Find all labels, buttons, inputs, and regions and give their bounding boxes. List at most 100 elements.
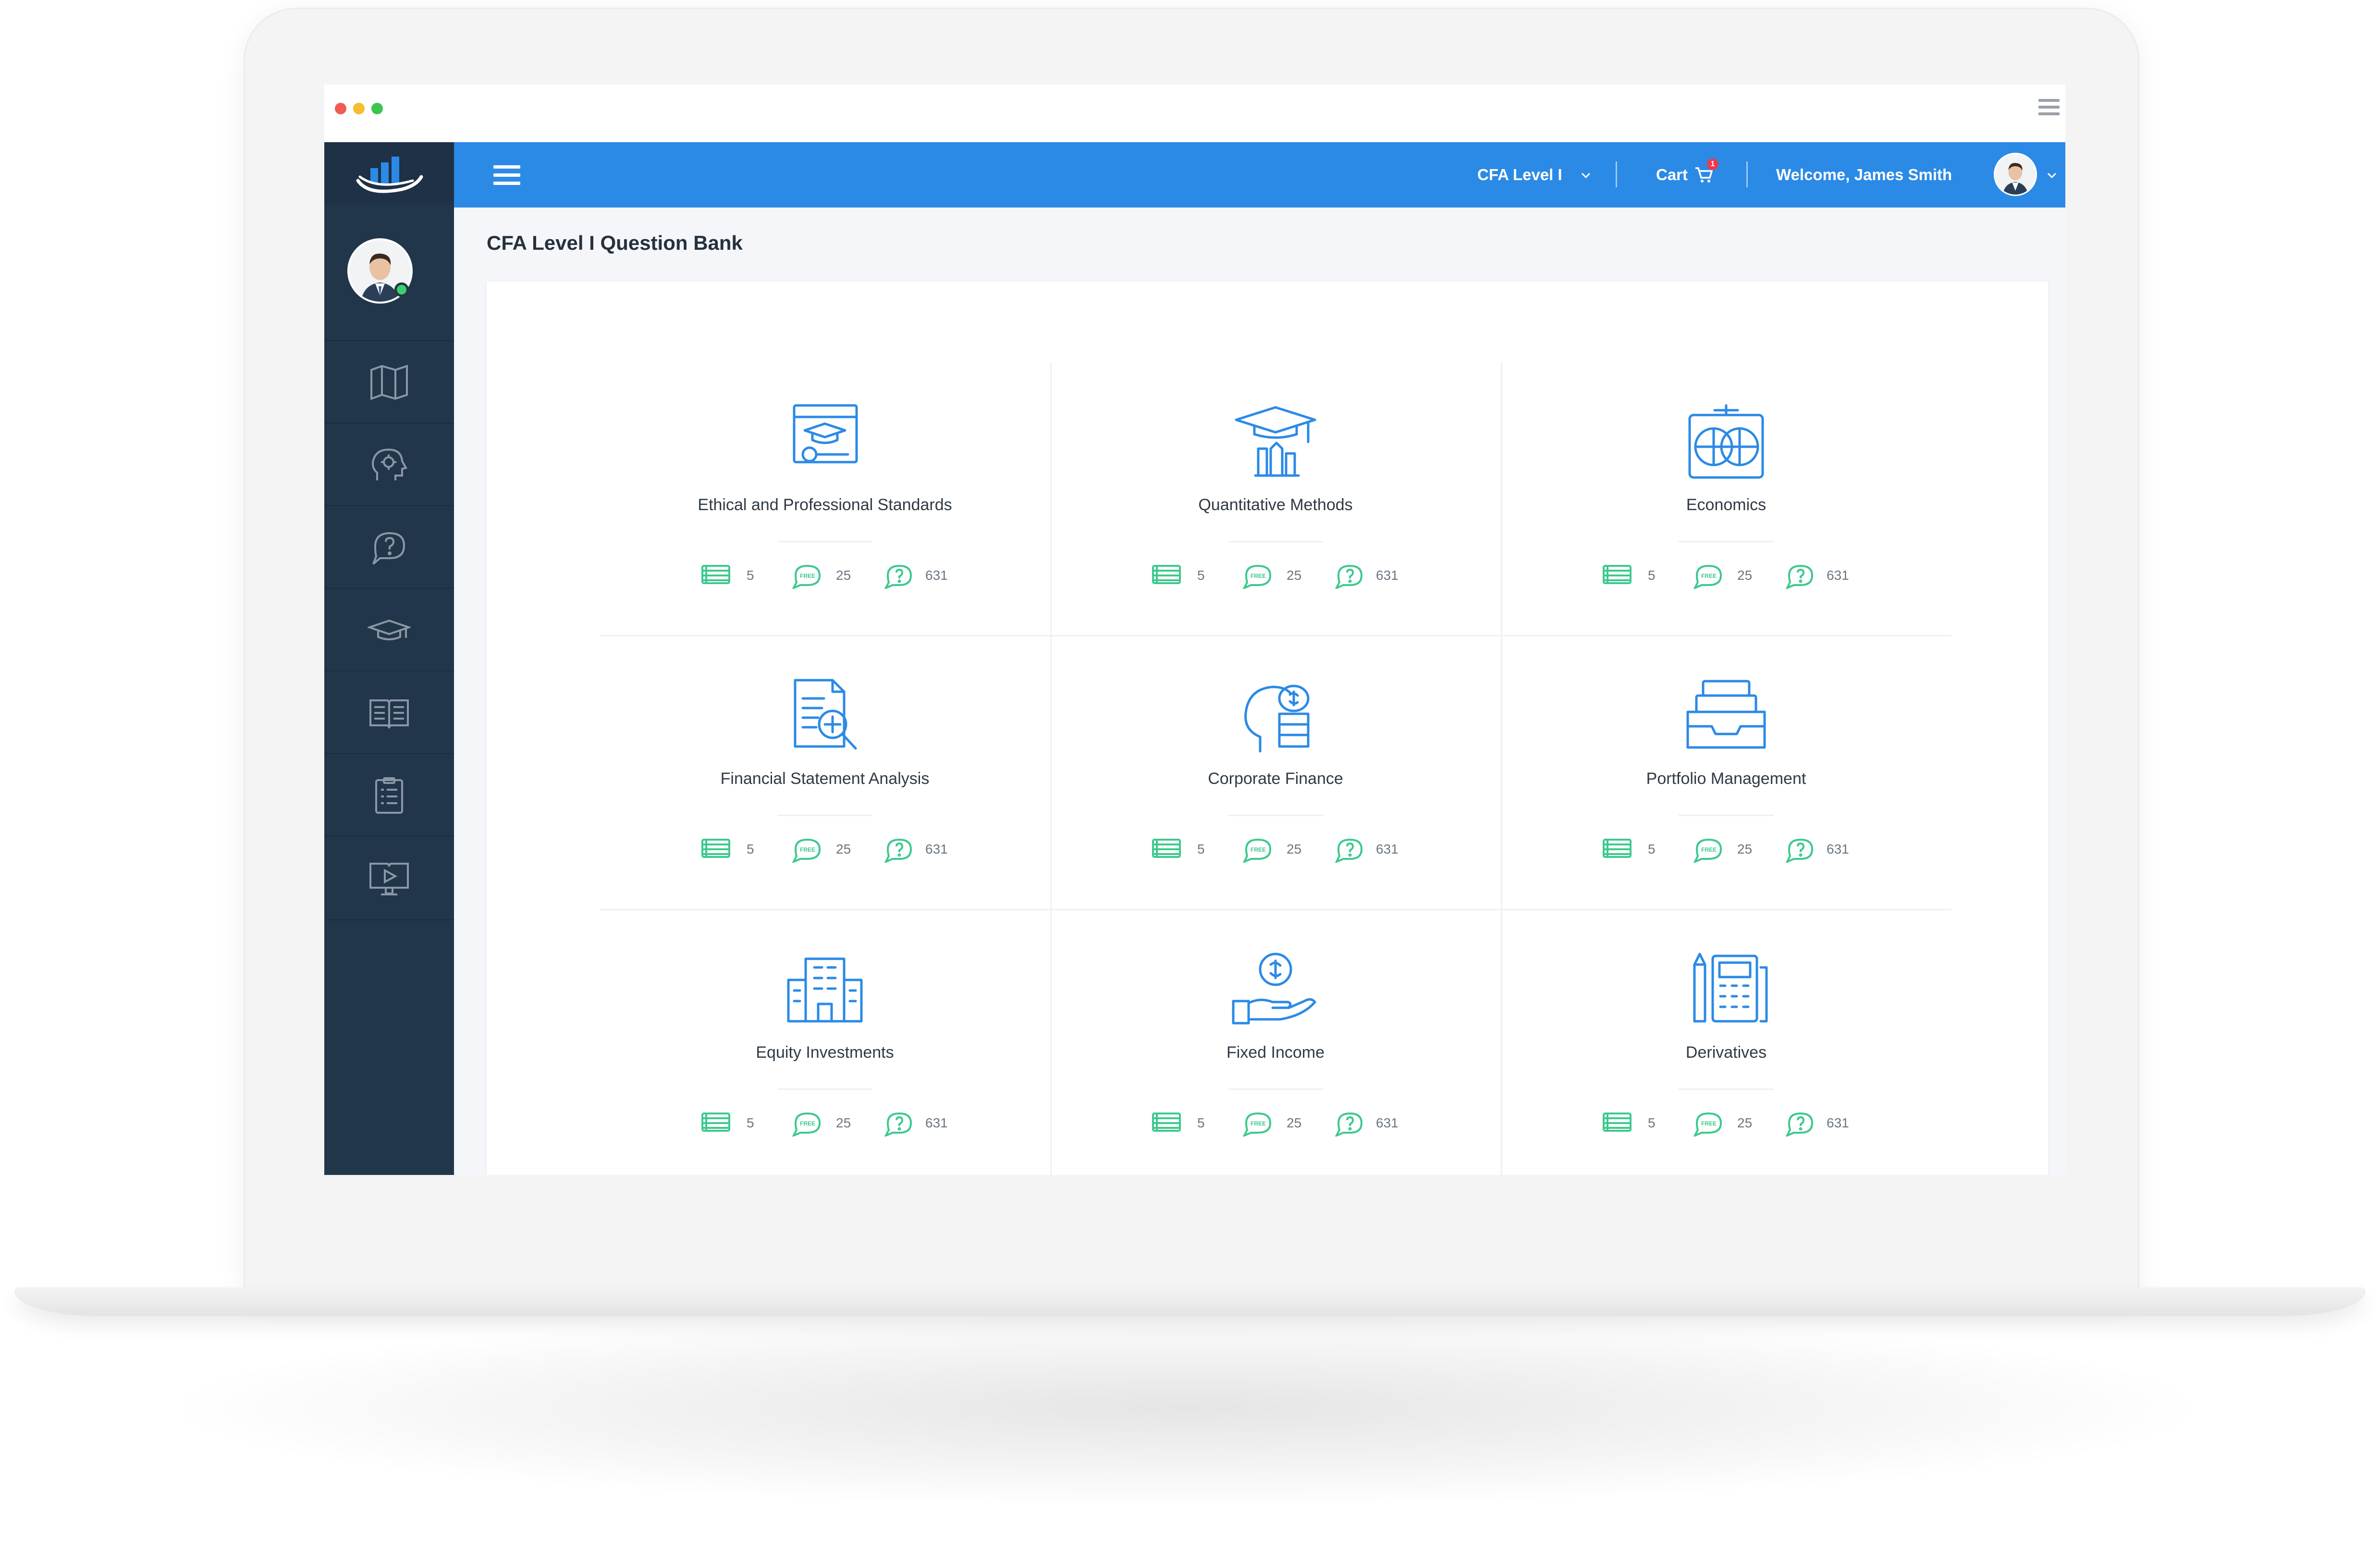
sidebar-item-study-map[interactable] (324, 340, 454, 424)
card-divider (777, 541, 872, 542)
map-book-icon (370, 365, 408, 400)
subject-card[interactable]: Equity Investments 5 FREE 25 631 (600, 910, 1050, 1175)
questions-stat[interactable]: 631 (1334, 563, 1415, 592)
notes-stat[interactable]: 5 (700, 837, 763, 866)
subject-title: Fixed Income (1226, 1043, 1325, 1062)
laptop-shadow (154, 1307, 2220, 1508)
questions-stat[interactable]: 631 (883, 837, 965, 866)
subject-card[interactable]: Derivatives 5 FREE 25 631 (1501, 910, 1951, 1175)
questions-stat[interactable]: 631 (1784, 1111, 1866, 1139)
app-logo[interactable] (324, 142, 454, 205)
notes-stat[interactable]: 5 (1602, 563, 1664, 592)
notes-count: 5 (1197, 568, 1205, 583)
document-search-icon (794, 679, 857, 750)
subject-card[interactable]: Ethical and Professional Standards 5 FRE… (600, 362, 1050, 631)
subject-card[interactable]: Corporate Finance 5 FREE 25 631 (1050, 636, 1501, 905)
subject-title: Equity Investments (756, 1043, 894, 1062)
questions-stat[interactable]: 631 (1334, 837, 1415, 866)
free-questions-stat[interactable]: FREE 25 (1240, 837, 1317, 866)
subject-card[interactable]: Fixed Income 5 FREE 25 631 (1050, 910, 1501, 1175)
notes-stat[interactable]: 5 (1151, 1111, 1214, 1139)
card-divider (1679, 1088, 1774, 1090)
question-bubble-icon (1335, 838, 1363, 863)
free-questions-stat[interactable]: FREE 25 (790, 837, 867, 866)
level-selector[interactable]: CFA Level I (1477, 162, 1562, 187)
question-count: 631 (925, 842, 948, 856)
file-tray-icon (1686, 680, 1766, 749)
notes-icon (1152, 839, 1181, 858)
free-questions-stat[interactable]: FREE 25 (790, 1111, 867, 1139)
free-questions-stat[interactable]: FREE 25 (1240, 563, 1317, 592)
free-badge-icon: FREE (1242, 838, 1272, 863)
free-badge-icon: FREE (1242, 564, 1272, 589)
card-divider (777, 815, 872, 816)
free-count: 25 (1287, 1115, 1302, 1130)
sidebar-item-library[interactable] (324, 671, 454, 754)
checklist-icon (375, 777, 403, 814)
subject-title: Portfolio Management (1646, 770, 1806, 788)
notes-stat[interactable]: 5 (1602, 1111, 1664, 1139)
free-badge-text: FREE (800, 846, 815, 853)
question-count: 631 (925, 568, 948, 583)
questions-stat[interactable]: 631 (1784, 563, 1866, 592)
person-icon (1995, 154, 2036, 195)
notes-count: 5 (747, 568, 754, 583)
subject-title: Corporate Finance (1208, 770, 1343, 788)
free-questions-stat[interactable]: FREE 25 (1691, 837, 1768, 866)
sidebar-item-courses[interactable] (324, 588, 454, 672)
notes-stat[interactable]: 5 (1151, 837, 1214, 866)
free-questions-stat[interactable]: FREE 25 (1691, 1111, 1768, 1139)
questions-stat[interactable]: 631 (883, 1111, 965, 1139)
subject-title: Economics (1686, 496, 1767, 514)
notes-stat[interactable]: 5 (700, 563, 763, 592)
sidebar-item-skills[interactable] (324, 423, 454, 506)
sidebar-item-questions[interactable] (324, 505, 454, 589)
questions-stat[interactable]: 631 (1784, 837, 1866, 866)
subject-card[interactable]: Economics 5 FREE 25 631 (1501, 362, 1951, 631)
window-close-button[interactable] (335, 103, 346, 114)
notes-count: 5 (1648, 568, 1656, 583)
building-icon (787, 957, 863, 1023)
window-minimize-button[interactable] (353, 103, 365, 114)
free-questions-stat[interactable]: FREE 25 (1691, 563, 1768, 592)
free-count: 25 (1287, 568, 1302, 583)
logo-icon (356, 157, 423, 193)
free-badge-icon: FREE (792, 1112, 821, 1137)
sidebar-item-videos[interactable] (324, 836, 454, 920)
subject-card[interactable]: Portfolio Management 5 FREE 25 631 (1501, 636, 1951, 905)
cart-count-badge: 1 (1707, 159, 1718, 170)
user-menu-chevron-icon[interactable] (2047, 172, 2057, 179)
free-badge-text: FREE (1251, 1120, 1266, 1127)
card-divider (1228, 815, 1323, 816)
browser-menu-icon[interactable] (2038, 99, 2060, 118)
chevron-down-icon[interactable] (1581, 172, 1591, 179)
user-avatar[interactable] (1994, 153, 2037, 196)
question-bubble-icon (884, 564, 912, 589)
subject-card[interactable]: Quantitative Methods 5 FREE 25 631 (1050, 362, 1501, 631)
free-badge-icon: FREE (792, 838, 821, 863)
free-badge-text: FREE (1251, 573, 1266, 579)
free-questions-stat[interactable]: FREE 25 (790, 563, 867, 592)
app-screen: CFA Level I Cart 1 Welcome, James Smith … (324, 85, 2065, 1175)
free-questions-stat[interactable]: FREE 25 (1240, 1111, 1317, 1139)
question-bubble-icon (1785, 838, 1814, 863)
free-badge-text: FREE (1701, 1120, 1717, 1127)
sidebar-item-tasks[interactable] (324, 753, 454, 837)
subject-title: Ethical and Professional Standards (698, 496, 952, 514)
calculator-tools-icon (1693, 953, 1768, 1023)
free-badge-icon: FREE (1693, 564, 1722, 589)
window-maximize-button[interactable] (371, 103, 383, 114)
cart-link[interactable]: Cart (1656, 162, 1688, 187)
free-badge-text: FREE (1251, 846, 1266, 853)
menu-toggle-icon[interactable] (493, 165, 520, 185)
notes-stat[interactable]: 5 (1602, 837, 1664, 866)
subject-card[interactable]: Financial Statement Analysis 5 FREE 25 6… (600, 636, 1050, 905)
question-bubble-icon (1335, 564, 1363, 589)
notes-stat[interactable]: 5 (1151, 563, 1214, 592)
questions-stat[interactable]: 631 (883, 563, 965, 592)
notes-stat[interactable]: 5 (700, 1111, 763, 1139)
graduation-cap-icon (368, 619, 411, 640)
questions-stat[interactable]: 631 (1334, 1111, 1415, 1139)
free-badge-icon: FREE (792, 564, 821, 589)
subject-grid-panel: Ethical and Professional Standards 5 FRE… (487, 281, 2048, 1175)
